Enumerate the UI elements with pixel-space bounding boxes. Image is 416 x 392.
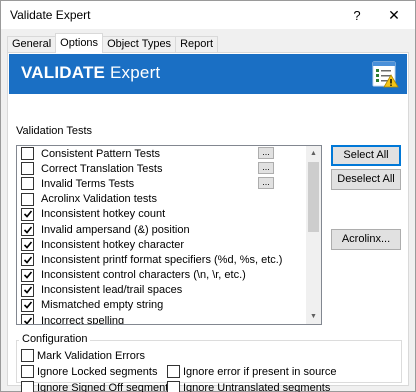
banner-title-light: Expert (110, 63, 161, 82)
tab-options[interactable]: Options (55, 33, 104, 53)
mark-validation-errors-option[interactable]: Mark Validation Errors (21, 349, 145, 362)
tab-report[interactable]: Report (175, 36, 219, 53)
checkmark-icon (23, 226, 32, 234)
ignore-locked-option[interactable]: Ignore Locked segments (21, 365, 157, 378)
scroll-thumb[interactable] (308, 162, 319, 232)
banner-title-bold: VALIDATE (21, 63, 106, 82)
validation-test-label: Incorrect spelling (41, 314, 125, 325)
window-title: Validate Expert (10, 8, 91, 22)
select-all-button[interactable]: Select All (331, 145, 401, 166)
checkmark-icon (23, 317, 32, 324)
validation-test-label: Inconsistent hotkey character (41, 238, 185, 251)
test-settings-button[interactable]: ... (258, 177, 274, 190)
ignore-error-if-present-option[interactable]: Ignore error if present in source (167, 365, 336, 378)
validation-test-checkbox[interactable] (21, 283, 34, 297)
validation-test-item[interactable]: Inconsistent lead/trail spaces (17, 283, 307, 298)
validation-test-item[interactable]: Inconsistent control characters (\n, \r,… (17, 268, 307, 283)
checkmark-icon (23, 241, 32, 249)
scroll-down-icon[interactable]: ▼ (306, 309, 321, 324)
banner-title: VALIDATE Expert (21, 63, 160, 83)
ignore-signed-off-label: Ignore Signed Off segments (37, 381, 174, 392)
validation-test-label: Inconsistent lead/trail spaces (41, 284, 183, 297)
dialog-client-area: General Options Object Types Report VALI… (1, 29, 415, 392)
validation-test-checkbox[interactable] (21, 223, 34, 237)
validation-test-item[interactable]: Invalid ampersand (&) position (17, 222, 307, 237)
validation-test-label: Inconsistent control characters (\n, \r,… (41, 269, 246, 282)
ignore-error-if-present-checkbox[interactable] (167, 365, 180, 378)
validation-test-checkbox[interactable] (21, 268, 34, 282)
test-settings-button[interactable]: ... (258, 162, 274, 175)
mark-validation-errors-label: Mark Validation Errors (37, 349, 145, 362)
tab-strip: General Options Object Types Report (7, 33, 219, 53)
validation-test-item[interactable]: Invalid Terms Tests... (17, 176, 307, 191)
title-bar[interactable]: Validate Expert ? ✕ (1, 1, 415, 29)
checkmark-icon (23, 301, 32, 310)
checkmark-icon (23, 271, 32, 279)
validation-test-item[interactable]: Mismatched empty string (17, 298, 307, 313)
ignore-locked-label: Ignore Locked segments (37, 365, 158, 378)
validation-test-label: Inconsistent hotkey count (41, 208, 166, 221)
scroll-up-icon[interactable]: ▲ (306, 146, 321, 161)
vertical-scrollbar[interactable]: ▲ ▼ (306, 146, 321, 324)
validation-test-item[interactable]: Incorrect spelling (17, 313, 307, 325)
validation-test-label: Correct Translation Tests (41, 162, 163, 175)
validation-test-item[interactable]: Correct Translation Tests... (17, 161, 307, 176)
test-settings-button[interactable]: ... (258, 147, 274, 159)
validation-test-label: Inconsistent printf format specifiers (%… (41, 253, 283, 266)
validation-test-item[interactable]: Inconsistent hotkey count (17, 207, 307, 222)
tab-general[interactable]: General (7, 36, 57, 53)
configuration-label: Configuration (19, 333, 91, 345)
acrolinx-button[interactable]: Acrolinx... (331, 229, 401, 250)
validation-test-checkbox[interactable] (21, 298, 34, 312)
validation-test-checkbox[interactable] (21, 147, 34, 161)
validation-test-label: Invalid Terms Tests (41, 177, 135, 190)
validate-expert-window: Validate Expert ? ✕ General Options Obje… (0, 0, 416, 392)
help-button[interactable]: ? (342, 4, 372, 26)
ignore-untranslated-option[interactable]: Ignore Untranslated segments (167, 381, 330, 392)
mark-validation-errors-checkbox[interactable] (21, 349, 34, 362)
validation-test-item[interactable]: Consistent Pattern Tests... (17, 146, 307, 161)
ignore-signed-off-option[interactable]: Ignore Signed Off segments (21, 381, 174, 392)
validation-test-checkbox[interactable] (21, 314, 34, 324)
product-banner: VALIDATE Expert (9, 54, 407, 94)
ignore-locked-checkbox[interactable] (21, 365, 34, 378)
validation-tests-items: Consistent Pattern Tests... Correct Trans… (17, 146, 307, 325)
validation-test-checkbox[interactable] (21, 253, 34, 267)
options-tab-panel: VALIDATE Expert Validation Tests Consist… (7, 52, 409, 392)
validation-test-item[interactable]: Inconsistent printf format specifiers (%… (17, 252, 307, 267)
validation-tests-list[interactable]: Consistent Pattern Tests... Correct Trans… (16, 145, 322, 325)
checklist-warning-icon (372, 61, 399, 88)
validation-test-label: Consistent Pattern Tests (41, 147, 161, 160)
validation-test-checkbox[interactable] (21, 177, 34, 191)
validation-test-item[interactable]: Inconsistent hotkey character (17, 237, 307, 252)
ignore-signed-off-checkbox[interactable] (21, 381, 34, 392)
validation-test-label: Invalid ampersand (&) position (41, 223, 190, 236)
ignore-untranslated-checkbox[interactable] (167, 381, 180, 392)
validation-test-label: Mismatched empty string (41, 299, 164, 312)
validation-test-checkbox[interactable] (21, 207, 34, 221)
checkmark-icon (23, 286, 32, 294)
validation-test-checkbox[interactable] (21, 238, 34, 252)
tab-object-types[interactable]: Object Types (102, 36, 177, 53)
validation-test-checkbox[interactable] (21, 192, 34, 206)
checkmark-icon (23, 256, 32, 264)
close-button[interactable]: ✕ (379, 4, 409, 26)
checkmark-icon (23, 210, 32, 219)
validation-test-item[interactable]: Acrolinx Validation tests (17, 192, 307, 207)
validation-tests-label: Validation Tests (16, 125, 93, 137)
validation-test-label: Acrolinx Validation tests (41, 193, 157, 206)
ignore-error-if-present-label: Ignore error if present in source (183, 365, 337, 378)
ignore-untranslated-label: Ignore Untranslated segments (183, 381, 331, 392)
validation-test-checkbox[interactable] (21, 162, 34, 176)
deselect-all-button[interactable]: Deselect All (331, 169, 401, 190)
